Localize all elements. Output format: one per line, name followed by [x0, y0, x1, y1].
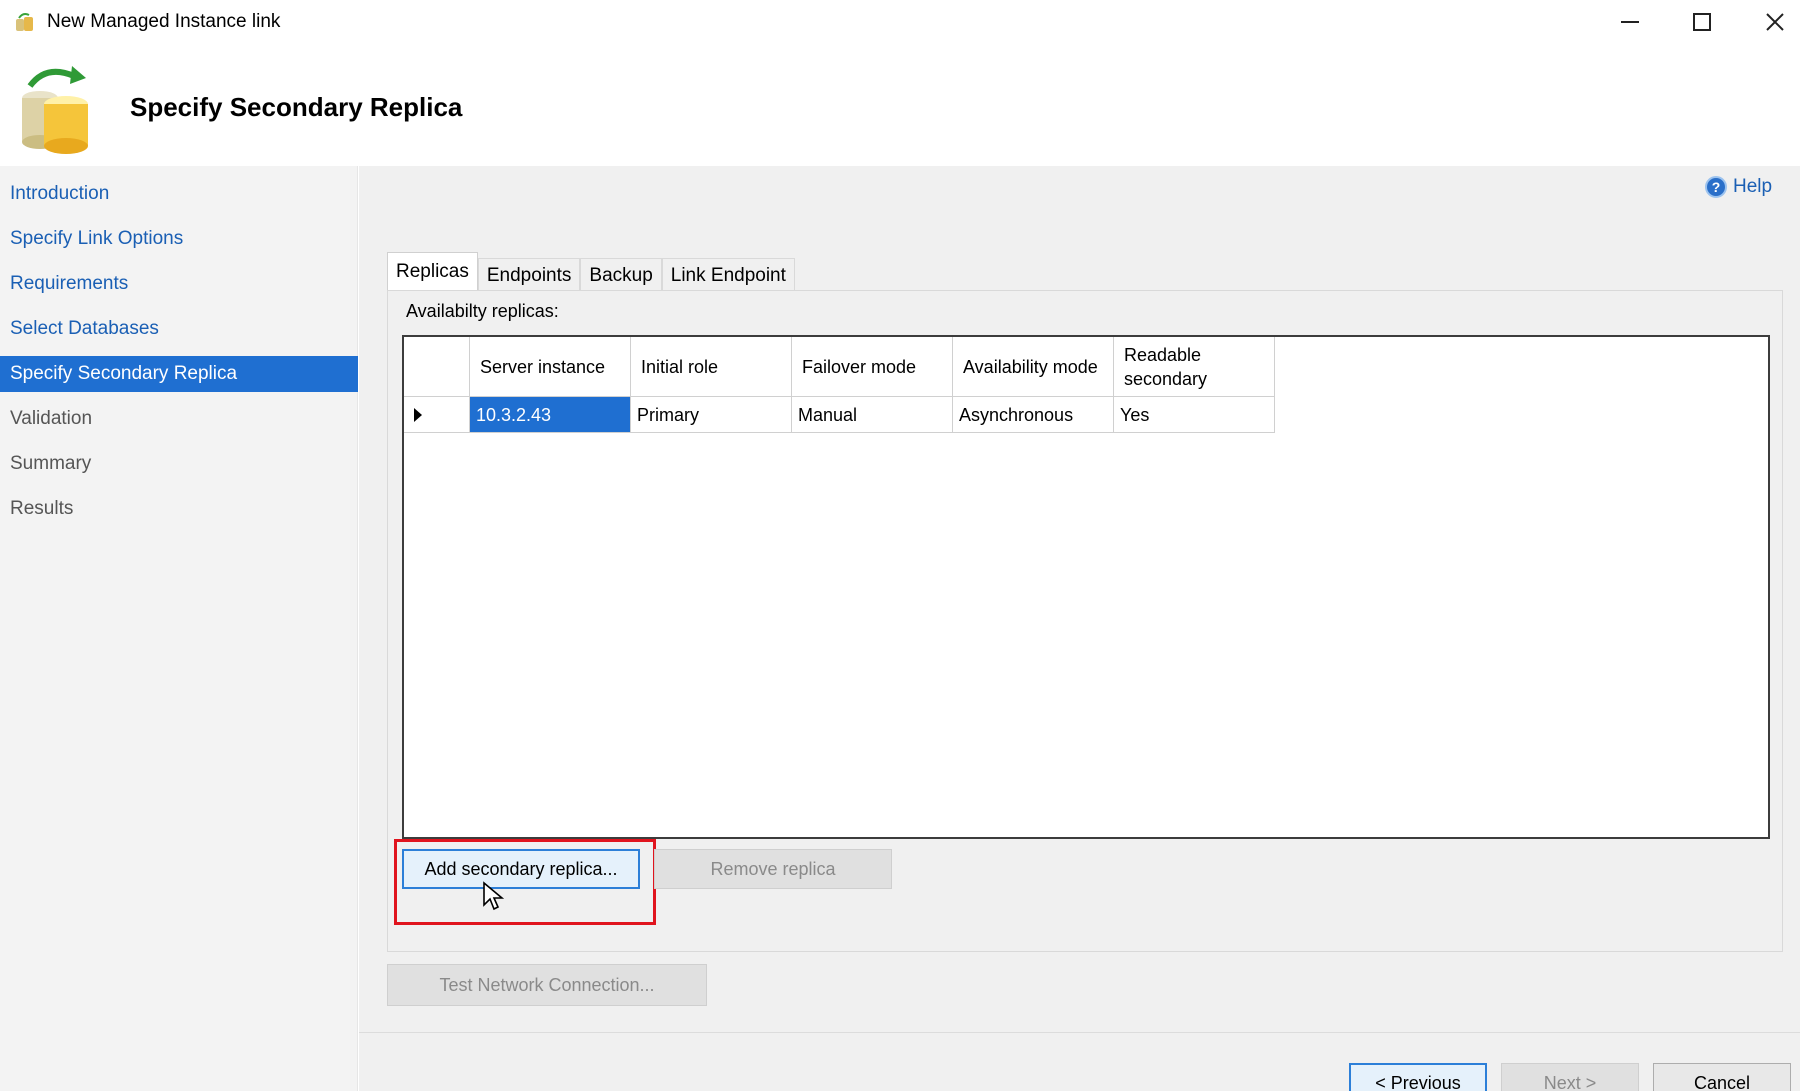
help-link[interactable]: ? Help: [1705, 176, 1772, 198]
column-header-failover-mode[interactable]: Failover mode: [792, 337, 953, 397]
footer-divider: [359, 1032, 1800, 1033]
help-label: Help: [1733, 176, 1773, 197]
minimize-icon[interactable]: [1595, 0, 1665, 44]
replicas-tab-panel: Availabilty replicas: Server instance In…: [387, 290, 1783, 952]
sidebar-item-specify-secondary-replica[interactable]: Specify Secondary Replica: [0, 356, 358, 392]
sidebar-item-results: Results: [10, 498, 74, 519]
sidebar-item-introduction[interactable]: Introduction: [0, 176, 358, 212]
cell-server-instance[interactable]: 10.3.2.43: [470, 397, 631, 433]
availability-replicas-label: Availabilty replicas:: [406, 301, 559, 321]
sidebar-item-select-databases[interactable]: Select Databases: [0, 311, 358, 347]
test-network-connection-button: Test Network Connection...: [387, 964, 707, 1006]
help-icon: ?: [1705, 176, 1727, 198]
next-button: Next >: [1501, 1063, 1639, 1091]
mouse-pointer-icon: [483, 881, 504, 911]
maximize-icon[interactable]: [1667, 0, 1737, 44]
cancel-button[interactable]: Cancel: [1653, 1063, 1791, 1091]
sidebar-item-specify-link-options[interactable]: Specify Link Options: [0, 221, 358, 257]
column-header-initial-role[interactable]: Initial role: [631, 337, 792, 397]
row-header-corner: [404, 337, 470, 397]
tab-backup[interactable]: Backup: [580, 258, 662, 292]
sidebar-item-validation: Validation: [10, 408, 93, 429]
tab-strip: Replicas Endpoints Backup Link Endpoint: [387, 252, 795, 292]
tab-endpoints[interactable]: Endpoints: [477, 258, 581, 292]
page-title: Specify Secondary Replica: [130, 92, 463, 122]
window-title: New Managed Instance link: [47, 11, 281, 32]
wizard-header: Specify Secondary Replica: [0, 44, 1800, 166]
title-bar: New Managed Instance link: [0, 0, 1800, 44]
wizard-steps-sidebar: Introduction Specify Link Options Requir…: [0, 166, 358, 1091]
database-sync-icon: [22, 66, 88, 154]
column-header-availability-mode[interactable]: Availability mode: [953, 337, 1114, 397]
table-row[interactable]: 10.3.2.43 Primary Manual Asynchronous Ye…: [404, 397, 1275, 433]
close-icon[interactable]: [1740, 0, 1800, 44]
grid-header-row: Server instance Initial role Failover mo…: [404, 337, 1275, 397]
add-secondary-replica-button[interactable]: Add secondary replica...: [402, 849, 640, 889]
cell-failover-mode[interactable]: Manual: [792, 397, 953, 433]
sidebar-item-summary: Summary: [10, 453, 92, 474]
cell-initial-role[interactable]: Primary: [631, 397, 792, 433]
tab-link-endpoint[interactable]: Link Endpoint: [661, 258, 795, 292]
row-arrow-icon: [414, 407, 422, 422]
row-indicator[interactable]: [404, 397, 470, 433]
cell-availability-mode[interactable]: Asynchronous: [953, 397, 1114, 433]
tab-replicas[interactable]: Replicas: [387, 252, 478, 292]
column-header-server-instance[interactable]: Server instance: [470, 337, 631, 397]
cell-readable-secondary[interactable]: Yes: [1114, 397, 1275, 433]
sidebar-item-requirements[interactable]: Requirements: [0, 266, 358, 302]
column-header-readable-secondary[interactable]: Readable secondary: [1114, 337, 1275, 397]
previous-button[interactable]: < Previous: [1349, 1063, 1487, 1091]
main-panel: ? Help Replicas Endpoints Backup Link En…: [359, 166, 1800, 1091]
app-icon: [16, 13, 33, 31]
remove-replica-button: Remove replica: [654, 849, 892, 889]
replicas-grid[interactable]: Server instance Initial role Failover mo…: [402, 335, 1770, 839]
